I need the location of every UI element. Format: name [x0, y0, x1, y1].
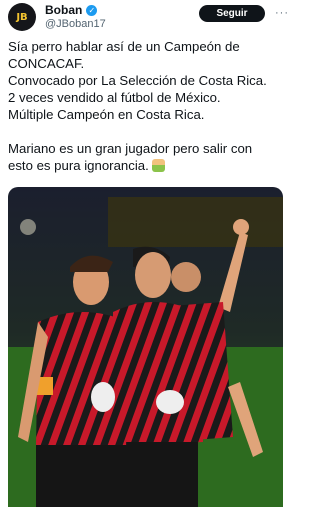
- avatar-initials: JB: [16, 11, 28, 23]
- tweet-line: Convocado por La Selección de Costa Rica…: [8, 73, 267, 88]
- tweet-line: Múltiple Campeón en Costa Rica.: [8, 107, 205, 122]
- tweet-text: Sía perro hablar así de un Campeón de CO…: [8, 38, 288, 174]
- tweet-line-text: esto es pura ignorancia.: [8, 158, 149, 173]
- stadium-light: [20, 219, 36, 235]
- tweet-line: Sía perro hablar así de un Campeón de: [8, 39, 240, 54]
- tweet-line: Mariano es un gran jugador pero salir co…: [8, 141, 253, 156]
- more-options-icon[interactable]: ···: [275, 7, 289, 19]
- tweet-line-break: [8, 123, 288, 140]
- author-handle[interactable]: @JBoban17: [45, 18, 106, 30]
- author-name[interactable]: Boban: [45, 3, 82, 17]
- tweet-line: CONCACAF.: [8, 56, 85, 71]
- tweet-line: 2 veces vendido al fútbol de México.: [8, 90, 221, 105]
- avatar[interactable]: JB: [8, 3, 36, 31]
- follow-button[interactable]: Seguir: [199, 5, 265, 22]
- author-name-row[interactable]: Boban ✓: [45, 3, 98, 17]
- tweet-line-last: esto es pura ignorancia.: [8, 157, 288, 174]
- person-facepalming-emoji: [151, 159, 165, 172]
- tweet-photo-illustration: [8, 187, 283, 507]
- verified-badge-icon: ✓: [86, 4, 98, 16]
- stadium-banner: [108, 197, 283, 247]
- tweet-photo[interactable]: [8, 187, 283, 507]
